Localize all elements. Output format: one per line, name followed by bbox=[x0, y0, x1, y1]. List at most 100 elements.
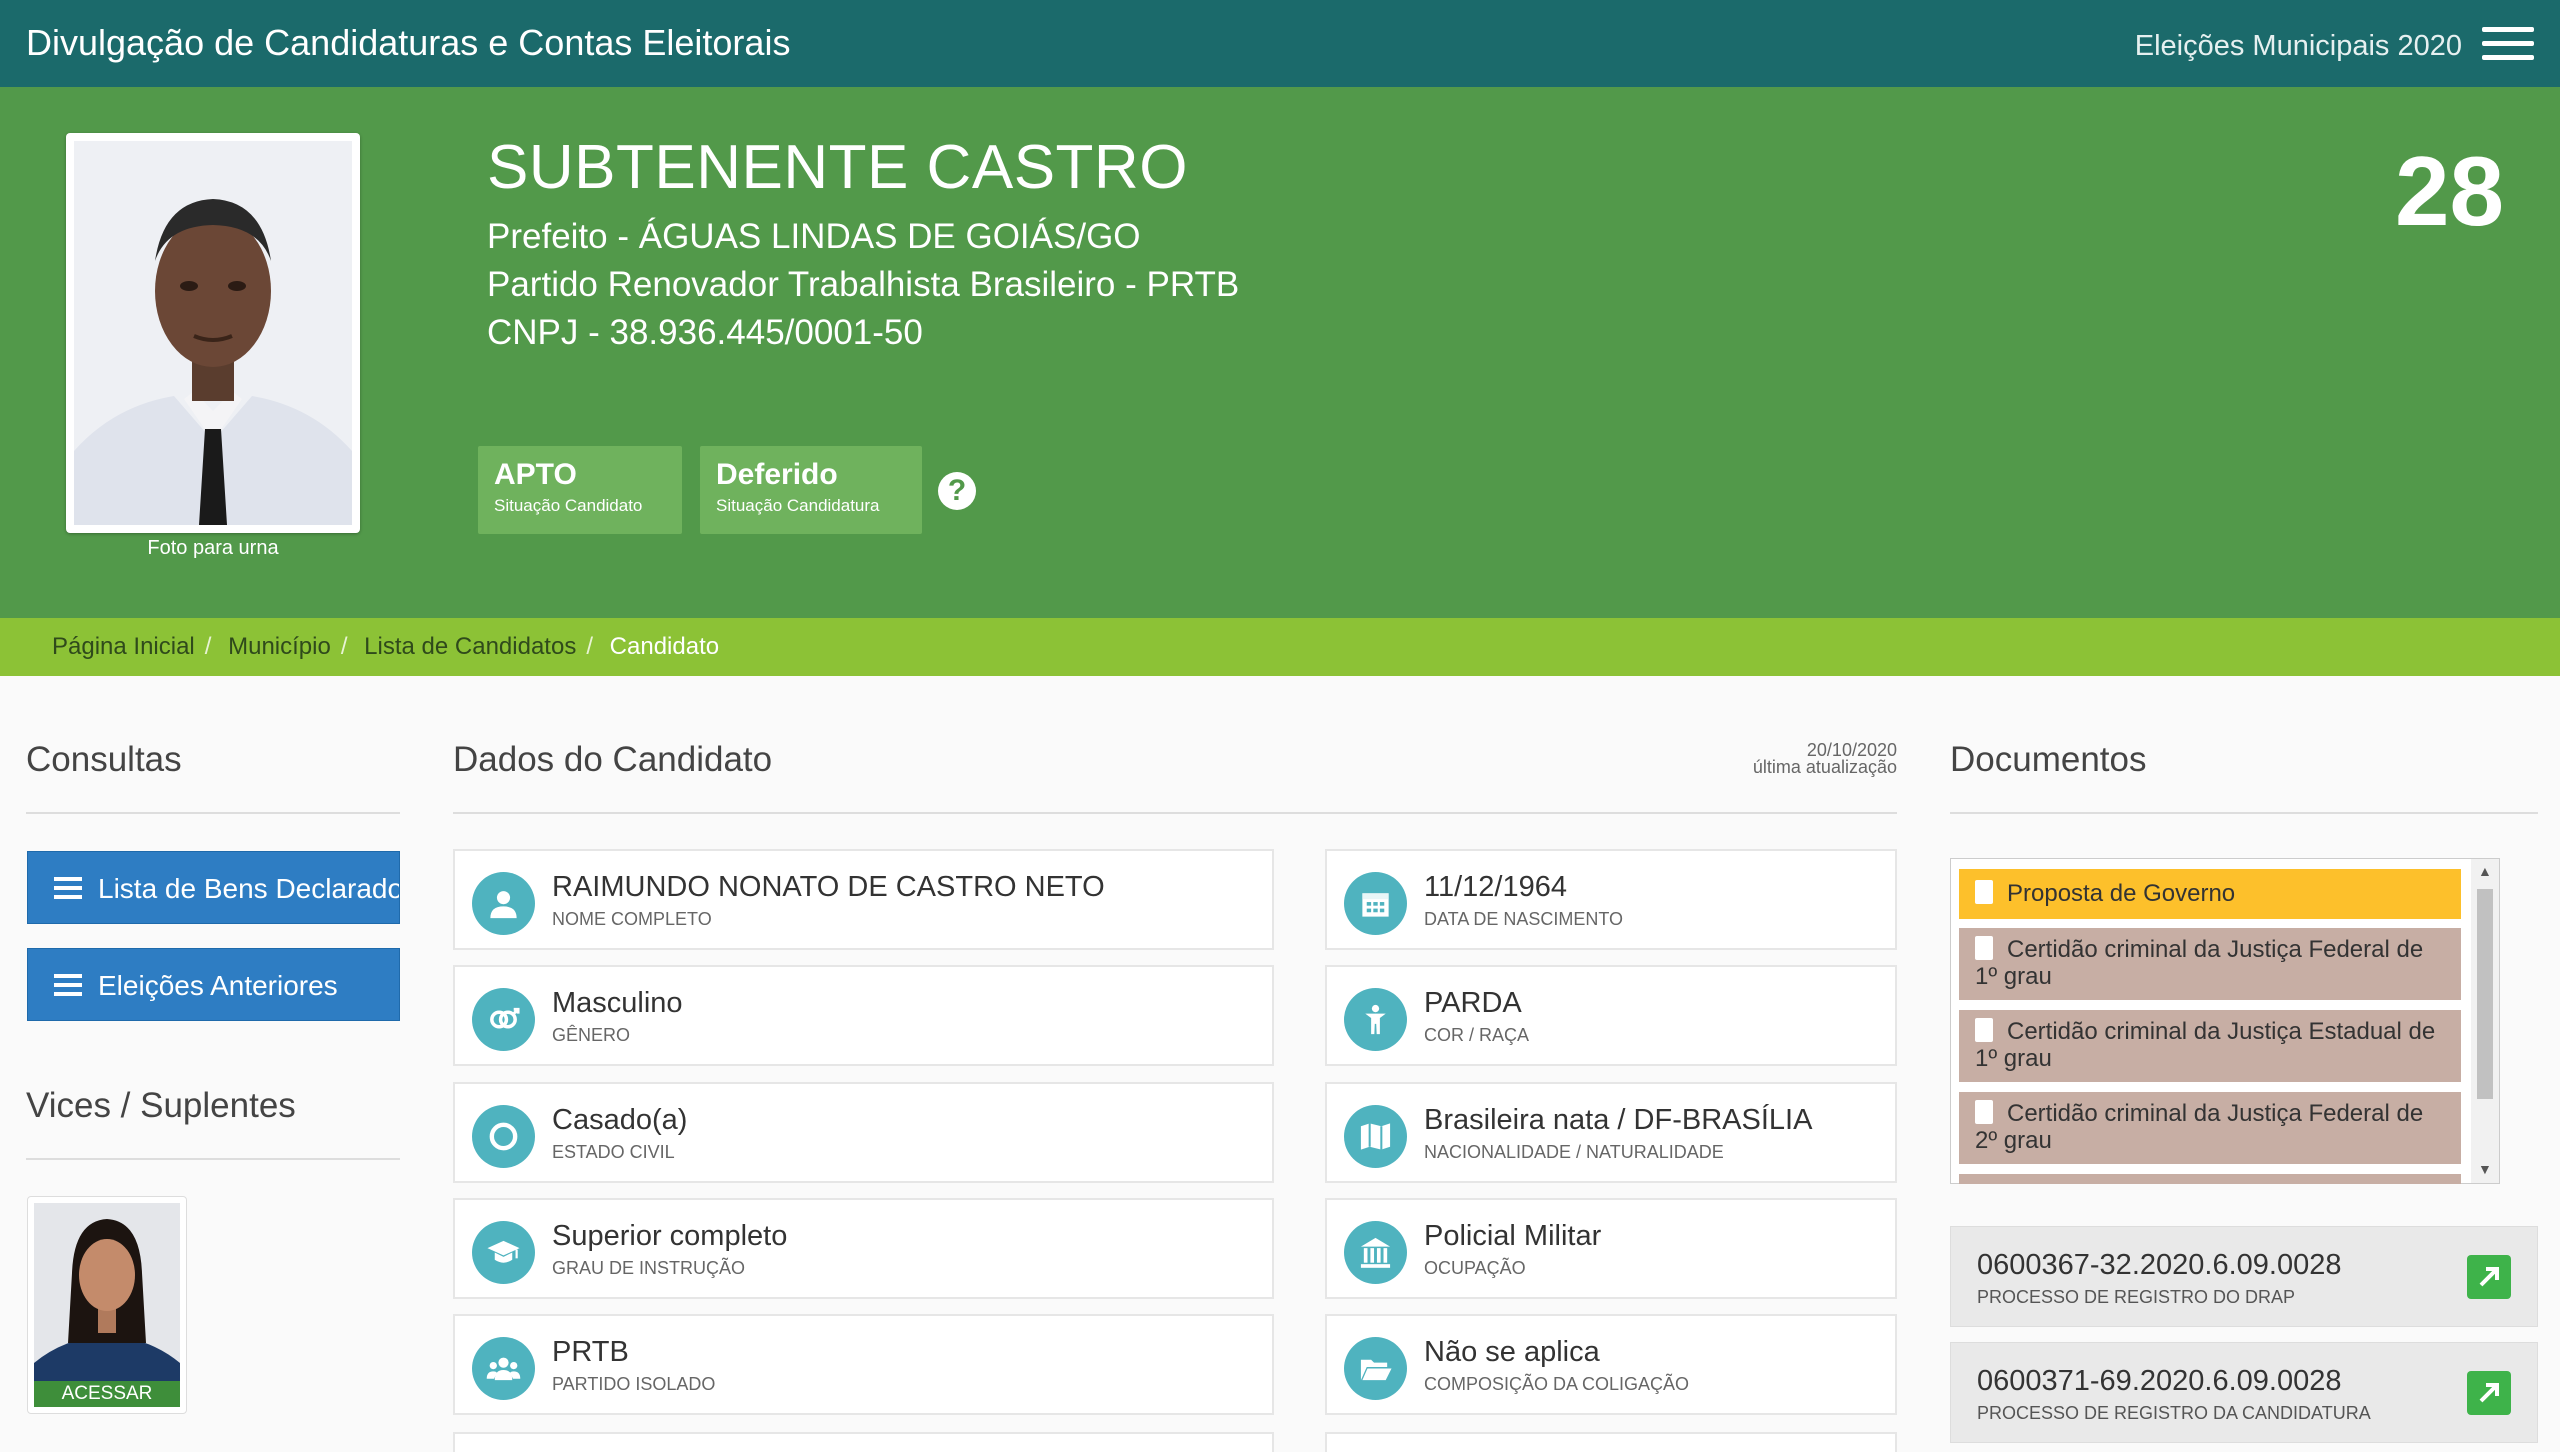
process-number: 0600371-69.2020.6.09.0028 bbox=[1977, 1365, 2342, 1397]
field-label: NOME COMPLETO bbox=[552, 909, 712, 929]
group-icon bbox=[472, 1337, 535, 1400]
dados-title: Dados do Candidato bbox=[453, 740, 773, 779]
access-vice-button[interactable]: ACESSAR bbox=[34, 1381, 180, 1407]
help-icon[interactable]: ? bbox=[938, 472, 976, 510]
status-value: APTO bbox=[494, 458, 577, 491]
divider bbox=[1950, 812, 2538, 814]
gender-icon bbox=[472, 988, 535, 1051]
list-icon bbox=[54, 877, 82, 899]
doc-partial bbox=[1959, 1174, 2461, 1184]
breadcrumb: Página Inicial / Município / Lista de Cand… bbox=[0, 618, 2560, 676]
documents-list[interactable]: Proposta de Governo Certidão criminal da… bbox=[1950, 858, 2500, 1184]
doc-label: Certidão criminal da Justiça Estadual de… bbox=[1975, 1018, 2436, 1072]
field-ocupacao: Policial Militar OCUPAÇÃO bbox=[1325, 1198, 1897, 1299]
status-badge-candidacy: Deferido Situação Candidatura bbox=[700, 446, 922, 534]
institution-icon bbox=[1344, 1221, 1407, 1284]
process-label: PROCESSO DE REGISTRO DO DRAP bbox=[1977, 1287, 2296, 1307]
field-value: PARDA bbox=[1424, 987, 1522, 1019]
candidate-header: Foto para urna SUBTENENTE CASTRO Prefeit… bbox=[0, 87, 2560, 618]
field-label: NACIONALIDADE / NATURALIDADE bbox=[1424, 1142, 1724, 1162]
process-candidatura[interactable]: 0600371-69.2020.6.09.0028 PROCESSO DE RE… bbox=[1950, 1342, 2538, 1443]
field-value: Masculino bbox=[552, 987, 683, 1019]
external-link-icon[interactable] bbox=[2467, 1255, 2511, 1299]
scrollbar-thumb[interactable] bbox=[2477, 889, 2493, 1099]
doc-certidao-federal-2[interactable]: Certidão criminal da Justiça Federal de … bbox=[1959, 1092, 2461, 1164]
button-label: Lista de Bens Declarados bbox=[98, 873, 400, 904]
candidate-photo bbox=[66, 133, 360, 533]
field-label: GÊNERO bbox=[552, 1025, 631, 1045]
list-icon bbox=[54, 974, 82, 996]
update-label: última atualização bbox=[1752, 757, 1897, 777]
field-label: ESTADO CIVIL bbox=[552, 1142, 675, 1162]
candidate-photo-image bbox=[74, 141, 352, 525]
field-value: Casado(a) bbox=[552, 1104, 688, 1136]
doc-certidao-estadual-1[interactable]: Certidão criminal da Justiça Estadual de… bbox=[1959, 1010, 2461, 1082]
consultas-title: Consultas bbox=[26, 740, 182, 779]
divider bbox=[26, 1158, 400, 1160]
documentos-title: Documentos bbox=[1950, 740, 2147, 779]
field-estado-civil: Casado(a) ESTADO CIVIL bbox=[453, 1082, 1274, 1183]
field-value: Não se aplica bbox=[1424, 1336, 1600, 1368]
vice-photo bbox=[34, 1203, 180, 1407]
field-value: Brasileira nata / DF-BRASÍLIA bbox=[1424, 1104, 1813, 1136]
field-coligacao: Não se aplica COMPOSIÇÃO DA COLIGAÇÃO bbox=[1325, 1314, 1897, 1415]
field-label: COMPOSIÇÃO DA COLIGAÇÃO bbox=[1424, 1374, 1690, 1394]
field-value: PRTB bbox=[552, 1336, 629, 1368]
vice-card[interactable]: ACESSAR bbox=[27, 1196, 187, 1414]
field-label: GRAU DE INSTRUÇÃO bbox=[552, 1258, 746, 1278]
graduation-cap-icon bbox=[472, 1221, 535, 1284]
breadcrumb-lista-candidatos[interactable]: Lista de Candidatos bbox=[364, 633, 576, 660]
button-label: Eleições Anteriores bbox=[98, 970, 338, 1001]
field-grau-instrucao: Superior completo GRAU DE INSTRUÇÃO bbox=[453, 1198, 1274, 1299]
doc-label: Proposta de Governo bbox=[2007, 880, 2236, 907]
breadcrumb-current: Candidato bbox=[609, 633, 720, 660]
field-value: Policial Militar bbox=[1424, 1220, 1602, 1252]
field-partido: PRTB PARTIDO ISOLADO bbox=[453, 1314, 1274, 1415]
scroll-down-icon[interactable]: ▼ bbox=[2478, 1161, 2492, 1177]
process-drap[interactable]: 0600367-32.2020.6.09.0028 PROCESSO DE RE… bbox=[1950, 1226, 2538, 1327]
status-badge-candidate: APTO Situação Candidato bbox=[478, 446, 682, 534]
doc-proposta-governo[interactable]: Proposta de Governo bbox=[1959, 869, 2461, 919]
scroll-up-icon[interactable]: ▲ bbox=[2478, 863, 2492, 879]
status-label: Situação Candidato bbox=[494, 496, 643, 515]
field-data-nascimento: 11/12/1964 DATA DE NASCIMENTO bbox=[1325, 849, 1897, 950]
process-number: 0600367-32.2020.6.09.0028 bbox=[1977, 1249, 2342, 1281]
divider bbox=[453, 812, 1897, 814]
lista-bens-button[interactable]: Lista de Bens Declarados bbox=[27, 851, 400, 924]
breadcrumb-municipio[interactable]: Município bbox=[228, 633, 331, 660]
candidate-office: Prefeito - ÁGUAS LINDAS DE GOIÁS/GO bbox=[487, 217, 1141, 256]
field-value: Superior completo bbox=[552, 1220, 788, 1252]
breadcrumb-home[interactable]: Página Inicial bbox=[52, 633, 195, 660]
hamburger-menu-icon[interactable] bbox=[2482, 27, 2534, 61]
person-icon bbox=[472, 872, 535, 935]
app-title[interactable]: Divulgação de Candidaturas e Contas Elei… bbox=[26, 22, 790, 64]
vices-title: Vices / Suplentes bbox=[26, 1086, 296, 1125]
field-genero: Masculino GÊNERO bbox=[453, 965, 1274, 1066]
field-label: PARTIDO ISOLADO bbox=[552, 1374, 716, 1394]
doc-label: Certidão criminal da Justiça Federal de … bbox=[1975, 1100, 2424, 1154]
candidate-number: 28 bbox=[2394, 136, 2504, 246]
field-cor-raca: PARDA COR / RAÇA bbox=[1325, 965, 1897, 1066]
process-label: PROCESSO DE REGISTRO DA CANDIDATURA bbox=[1977, 1403, 2371, 1423]
last-update: 20/10/2020 última atualização bbox=[1700, 741, 1897, 777]
candidate-party: Partido Renovador Trabalhista Brasileiro… bbox=[487, 265, 1240, 304]
folder-open-icon bbox=[1344, 1337, 1407, 1400]
status-label: Situação Candidatura bbox=[716, 496, 880, 515]
eleicoes-anteriores-button[interactable]: Eleições Anteriores bbox=[27, 948, 400, 1021]
election-label[interactable]: Eleições Municipais 2020 bbox=[2135, 30, 2462, 63]
external-link-icon[interactable] bbox=[2467, 1371, 2511, 1415]
field-card-partial bbox=[453, 1432, 1274, 1452]
doc-certidao-federal-1[interactable]: Certidão criminal da Justiça Federal de … bbox=[1959, 928, 2461, 1000]
field-value: 11/12/1964 bbox=[1424, 871, 1567, 903]
field-nacionalidade: Brasileira nata / DF-BRASÍLIA NACIONALID… bbox=[1325, 1082, 1897, 1183]
candidate-name: SUBTENENTE CASTRO bbox=[487, 133, 1188, 202]
document-icon bbox=[1975, 936, 1993, 960]
field-label: OCUPAÇÃO bbox=[1424, 1258, 1526, 1278]
document-icon bbox=[1975, 1100, 1993, 1124]
documents-scrollbar[interactable]: ▲ ▼ bbox=[2471, 859, 2499, 1183]
document-icon bbox=[1975, 1018, 1993, 1042]
photo-caption: Foto para urna bbox=[147, 537, 279, 559]
field-nome-completo: RAIMUNDO NONATO DE CASTRO NETO NOME COMP… bbox=[453, 849, 1274, 950]
divider bbox=[26, 812, 400, 814]
map-icon bbox=[1344, 1105, 1407, 1168]
